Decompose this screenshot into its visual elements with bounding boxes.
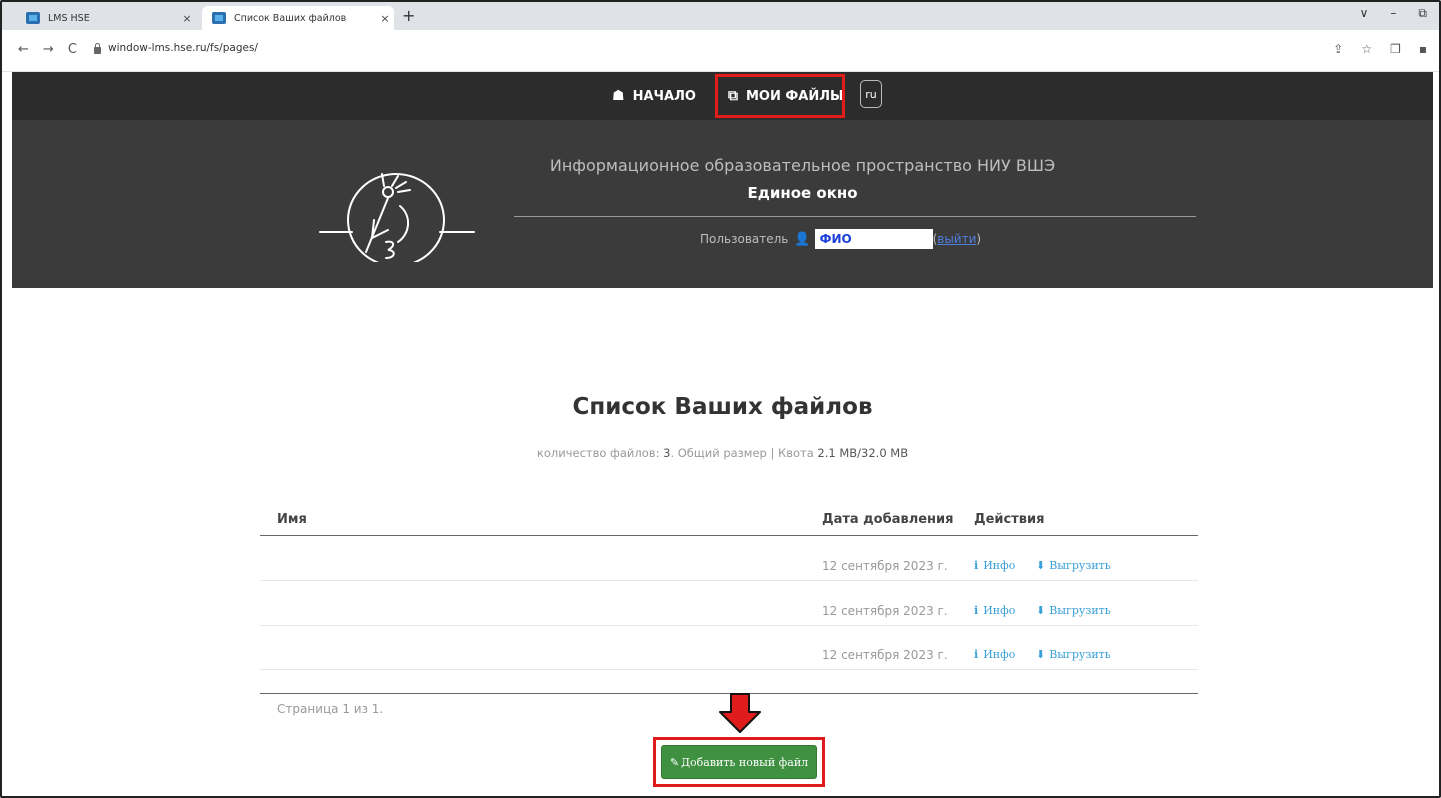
info-label: Инфо xyxy=(983,604,1016,617)
download-icon: ⬇ xyxy=(1036,604,1046,617)
upload-label: Выгрузить xyxy=(1049,604,1111,617)
tab-files-list[interactable]: Список Ваших файлов × xyxy=(202,6,394,30)
upload-label: Выгрузить xyxy=(1049,648,1111,661)
user-label: Пользователь xyxy=(700,232,789,246)
table-row: 12 сентября 2023 г. i Инфо ⬇ Выгрузить xyxy=(260,537,1198,581)
window-controls: ∨ – ⧉ xyxy=(1360,6,1427,21)
upload-label: Выгрузить xyxy=(1049,559,1111,572)
language-button[interactable]: ru xyxy=(860,80,882,108)
column-header-actions: Действия xyxy=(974,512,1045,527)
info-icon: i xyxy=(974,559,979,572)
table-row: 12 сентября 2023 г. i Инфо ⬇ Выгрузить xyxy=(260,626,1198,670)
stats-size: 2.1 MB/32.0 MB xyxy=(817,446,909,460)
column-header-name: Имя xyxy=(277,512,307,527)
hero-subtitle: Единое окно xyxy=(747,184,858,202)
file-date: 12 сентября 2023 г. xyxy=(822,559,948,573)
files-stats: количество файлов: 3. Общий размер | Кво… xyxy=(2,446,1439,460)
home-icon: ☗ xyxy=(612,88,625,104)
highlight-box xyxy=(715,74,845,118)
add-new-file-button[interactable]: ✎ Добавить новый файл xyxy=(661,745,817,779)
favicon-icon xyxy=(26,12,40,24)
hero-title: Информационное образовательное пространс… xyxy=(549,156,1056,175)
info-link[interactable]: i Инфо xyxy=(974,648,1015,661)
toolbar-icons: ⇪ ☆ ❒ ▪ xyxy=(1333,42,1427,56)
nav-home-label: НАЧАЛО xyxy=(632,88,696,104)
profile-icon[interactable]: ▪ xyxy=(1419,42,1427,56)
forward-icon[interactable]: → xyxy=(43,42,54,57)
file-date: 12 сентября 2023 г. xyxy=(822,604,948,618)
bookmark-star-icon[interactable]: ☆ xyxy=(1361,42,1372,56)
back-icon[interactable]: ← xyxy=(18,42,29,57)
minimize-icon[interactable]: – xyxy=(1390,6,1396,21)
stats-prefix: количество файлов: xyxy=(536,446,664,460)
column-header-date: Дата добавления xyxy=(822,512,954,527)
info-link[interactable]: i Инфо xyxy=(974,604,1015,617)
user-name: ФИО xyxy=(814,229,933,249)
favicon-icon xyxy=(212,12,226,24)
lock-icon xyxy=(94,43,101,54)
download-icon: ⬇ xyxy=(1036,559,1046,572)
divider xyxy=(514,216,1196,217)
upload-link[interactable]: ⬇ Выгрузить xyxy=(1036,559,1111,572)
restore-icon[interactable]: ⧉ xyxy=(1418,6,1427,21)
nav-buttons: ← → C xyxy=(18,42,77,57)
download-icon: ⬇ xyxy=(1036,648,1046,661)
tab-lms-hse[interactable]: LMS HSE × xyxy=(16,6,196,30)
info-icon: i xyxy=(974,604,979,617)
upload-link[interactable]: ⬇ Выгрузить xyxy=(1036,648,1111,661)
upload-link[interactable]: ⬇ Выгрузить xyxy=(1036,604,1111,617)
user-info: Пользователь 👤 ФИО ( выйти ) xyxy=(700,228,981,250)
edit-icon: ✎ xyxy=(669,755,680,769)
info-label: Инфо xyxy=(983,648,1016,661)
user-icon: 👤 xyxy=(794,231,811,247)
logout-link[interactable]: выйти xyxy=(937,232,976,246)
page-title: Список Ваших файлов xyxy=(572,394,873,420)
site-top-nav: ☗ НАЧАЛО ⧉ МОИ ФАЙЛЫ ru xyxy=(12,72,1433,120)
arrow-down-icon xyxy=(719,693,761,733)
site-header: Информационное образовательное пространс… xyxy=(12,120,1433,288)
browser-window: LMS HSE × Список Ваших файлов × + ∨ – ⧉ … xyxy=(0,0,1441,798)
stats-mid: . Общий размер | Квота xyxy=(670,446,818,460)
tab-title: LMS HSE xyxy=(48,12,90,24)
tab-bar: LMS HSE × Список Ваших файлов × + ∨ – ⧉ xyxy=(2,2,1439,30)
pagination-text: Страница 1 из 1. xyxy=(277,702,384,716)
table-header: Имя Дата добавления Действия xyxy=(260,508,1198,536)
chevron-down-icon[interactable]: ∨ xyxy=(1360,6,1369,21)
logout-paren-close: ) xyxy=(976,232,982,246)
info-label: Инфо xyxy=(983,559,1016,572)
tab-title: Список Ваших файлов xyxy=(234,12,347,24)
side-panel-icon[interactable]: ❒ xyxy=(1390,42,1401,56)
share-icon[interactable]: ⇪ xyxy=(1333,42,1343,56)
table-row: 12 сентября 2023 г. i Инфо ⬇ Выгрузить xyxy=(260,582,1198,626)
close-icon[interactable]: × xyxy=(178,12,196,25)
info-link[interactable]: i Инфо xyxy=(974,559,1015,572)
close-icon[interactable]: × xyxy=(376,12,394,25)
info-icon: i xyxy=(974,648,979,661)
file-date: 12 сентября 2023 г. xyxy=(822,648,948,662)
new-tab-icon[interactable]: + xyxy=(402,8,415,24)
reload-icon[interactable]: C xyxy=(68,42,77,57)
address-bar: ← → C window-lms.hse.ru/fs/pages/ ⇪ ☆ ❒ … xyxy=(2,30,1439,72)
nav-home-link[interactable]: ☗ НАЧАЛО xyxy=(612,72,696,120)
add-new-file-label: Добавить новый файл xyxy=(681,755,809,769)
url-input[interactable]: window-lms.hse.ru/fs/pages/ xyxy=(108,42,258,54)
